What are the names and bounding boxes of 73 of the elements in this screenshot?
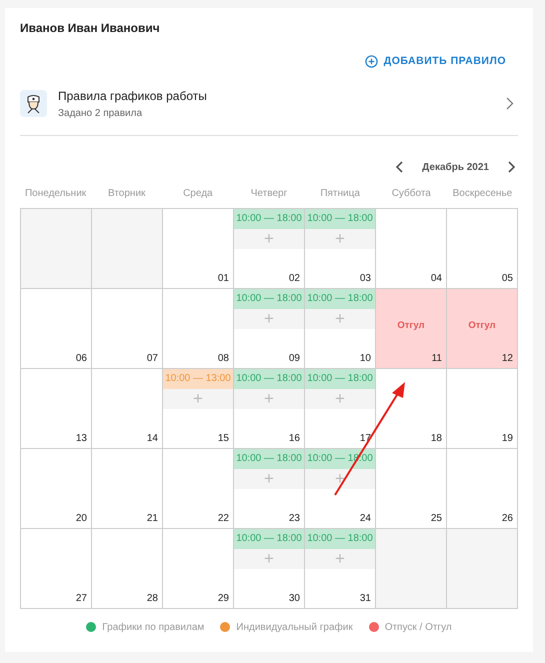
day-cell[interactable]: 27: [21, 528, 92, 609]
day-number: 14: [146, 432, 158, 446]
weekday-label: Четверг: [250, 186, 288, 201]
day-number: 19: [502, 432, 513, 446]
weekday-label: Среда: [183, 186, 213, 201]
chevron-right-icon[interactable]: [508, 161, 516, 174]
day-number: 11: [432, 352, 442, 366]
day-number: 28: [146, 592, 158, 606]
day-number: 13: [76, 432, 87, 446]
day-cell[interactable]: 21: [92, 448, 163, 529]
legend-label: Отпуск / Отгул: [384, 620, 452, 635]
month-label: Декабрь 2021: [422, 160, 489, 175]
day-cell[interactable]: 28: [92, 528, 163, 609]
day-cell[interactable]: 18: [376, 368, 447, 449]
day-number: 02: [288, 272, 300, 286]
day-number: 09: [288, 352, 300, 366]
day-number: 26: [502, 512, 513, 526]
weekday-label: Понедельник: [24, 186, 86, 201]
day-number: 01: [218, 272, 229, 286]
day-cell[interactable]: 05: [447, 208, 518, 289]
day-number: 16: [288, 432, 300, 446]
chevron-right-icon[interactable]: [506, 97, 514, 110]
day-number: 23: [288, 512, 300, 526]
weekday-label: Воскресенье: [452, 186, 512, 201]
day-cell[interactable]: 08: [163, 288, 234, 369]
day-number: 15: [218, 432, 229, 446]
day-number: 24: [360, 512, 371, 526]
day-off-label: Отгул: [467, 318, 497, 333]
day-cell[interactable]: Отгул 11: [376, 288, 447, 369]
chevron-left-icon[interactable]: [395, 161, 404, 174]
day-number: 25: [430, 512, 442, 526]
day-number: 10: [360, 352, 371, 366]
day-number: 03: [360, 272, 371, 286]
day-cell[interactable]: 13: [21, 368, 92, 449]
day-cell[interactable]: 26: [447, 448, 518, 529]
day-cell[interactable]: Отгул 12: [447, 288, 518, 369]
day-number: 05: [502, 272, 513, 286]
day-cell[interactable]: 01: [163, 208, 234, 289]
add-icon: [364, 55, 378, 68]
day-number: 08: [218, 352, 229, 366]
rules-title: Правила графиков работы: [58, 88, 208, 105]
day-number: 04: [430, 272, 442, 286]
weekday-label: Вторник: [108, 186, 146, 201]
day-cell[interactable]: 22: [163, 448, 234, 529]
day-number: 18: [430, 432, 442, 446]
day-number: 07: [146, 352, 158, 366]
weekday-label: Пятница: [320, 186, 360, 201]
day-number: 12: [502, 352, 513, 366]
rules-subtitle: Задано 2 правила: [58, 106, 144, 121]
day-number: 27: [76, 592, 87, 606]
day-number: 06: [76, 352, 87, 366]
day-number: 20: [76, 512, 87, 526]
day-cell[interactable]: 04: [376, 208, 447, 289]
day-cell[interactable]: 29: [163, 528, 234, 609]
add-rule-button[interactable]: ДОБАВИТЬ ПРАВИЛО: [364, 54, 506, 70]
legend-label: Индивидуальный график: [236, 620, 353, 635]
employee-name: Иванов Иван Иванович: [20, 20, 161, 37]
legend-label: Графики по правилам: [102, 620, 204, 635]
day-number: 30: [288, 592, 300, 606]
day-number: 31: [360, 592, 371, 606]
day-cell[interactable]: 25: [376, 448, 447, 529]
day-cell[interactable]: 19: [447, 368, 518, 449]
weekday-label: Суббота: [392, 186, 431, 201]
day-cell[interactable]: 07: [92, 288, 163, 369]
day-number: 21: [146, 512, 158, 526]
doctor-icon: [20, 90, 47, 118]
day-cell[interactable]: 20: [21, 448, 92, 529]
rules-row[interactable]: Правила графиков работы Задано 2 правила: [20, 86, 518, 136]
day-cell[interactable]: 06: [21, 288, 92, 369]
day-off-label: Отгул: [396, 318, 426, 333]
day-number: 22: [218, 512, 229, 526]
day-cell[interactable]: 14: [92, 368, 163, 449]
day-number: 29: [218, 592, 229, 606]
